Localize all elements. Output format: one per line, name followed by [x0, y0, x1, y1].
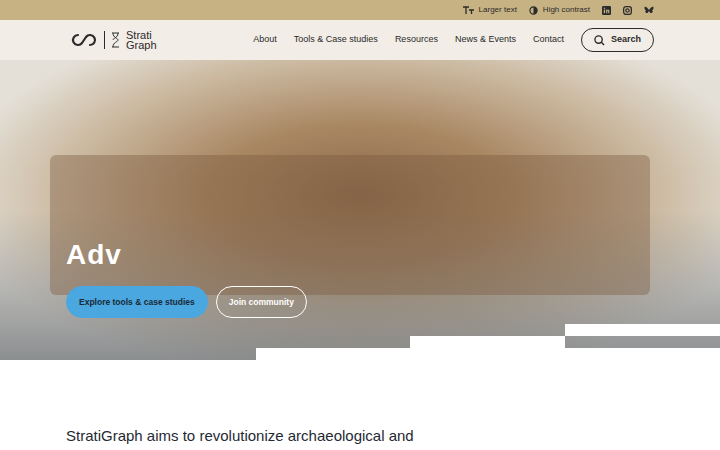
nav-link[interactable]: Tools & Case studies [294, 33, 378, 47]
utility-link[interactable]: High contrast [529, 4, 590, 16]
nav-link[interactable]: News & Events [455, 33, 516, 47]
contrast-icon [529, 6, 538, 15]
hero-title: Adv [66, 238, 720, 272]
bluesky-icon[interactable] [644, 6, 654, 15]
search-icon [594, 35, 605, 46]
utility-bar: Larger text High contrast [0, 0, 720, 20]
logo-icon [70, 32, 98, 48]
explore-button[interactable]: Explore tools & case studies [66, 286, 208, 318]
linkedin-icon[interactable] [602, 6, 611, 15]
text-size-icon [463, 6, 474, 15]
hourglass-icon [111, 32, 120, 48]
header: StratiGraph About Tools & Case studies Reso… [0, 20, 720, 60]
intro: StratiGraph aims to revolutionize archae… [0, 360, 720, 446]
hero: Adv Explore tools & case studiesJoin comm… [0, 60, 720, 360]
main-nav: About Tools & Case studies Resources News &… [253, 28, 654, 52]
nav-link[interactable]: Contact [533, 33, 564, 47]
logo[interactable]: StratiGraph [66, 30, 157, 50]
nav-link[interactable]: Resources [395, 33, 438, 47]
nav-link[interactable]: About [253, 33, 277, 47]
search-button[interactable]: Search [581, 28, 654, 52]
step-decoration [256, 348, 720, 360]
utility-link[interactable]: Larger text [463, 4, 517, 16]
instagram-icon[interactable] [623, 6, 632, 15]
join-button[interactable]: Join community [216, 286, 307, 318]
